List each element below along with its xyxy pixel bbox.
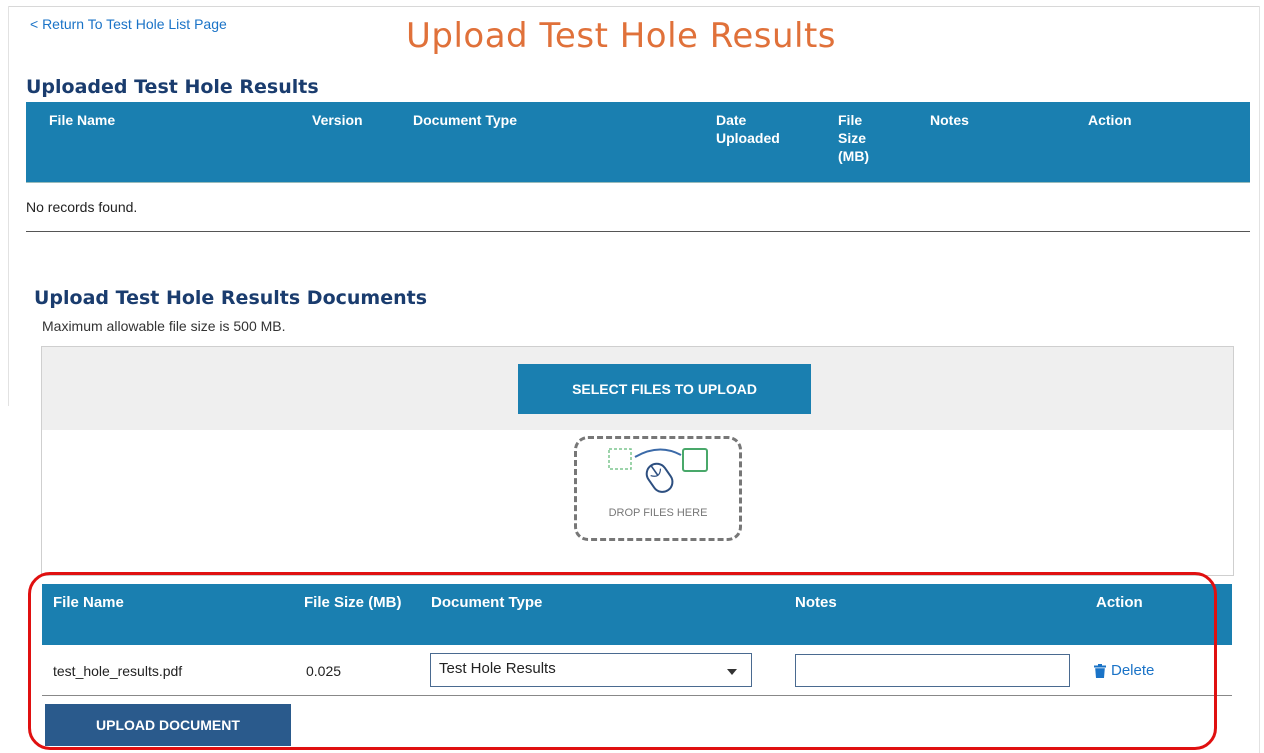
col-notes: Notes bbox=[795, 594, 837, 611]
col-file-name: File Name bbox=[53, 594, 124, 611]
upload-dropzone-panel: SELECT FILES TO UPLOAD DROP FILES HERE bbox=[41, 346, 1234, 576]
col-document-type: Document Type bbox=[431, 594, 543, 611]
col-action: Action bbox=[1096, 594, 1143, 611]
col-document-type: Document Type bbox=[413, 112, 517, 128]
no-records-message: No records found. bbox=[26, 199, 138, 215]
col-file-size: File Size (MB) bbox=[304, 594, 402, 611]
document-type-select[interactable]: Test Hole Results bbox=[430, 653, 752, 687]
upload-toolbar: SELECT FILES TO UPLOAD bbox=[42, 347, 1233, 430]
delete-label: Delete bbox=[1111, 662, 1155, 679]
mouse-drag-icon bbox=[608, 448, 708, 493]
pending-uploads-table-header: File Name File Size (MB) Document Type N… bbox=[42, 584, 1232, 645]
notes-input[interactable] bbox=[795, 654, 1070, 687]
frame-border-top bbox=[8, 6, 1260, 7]
frame-border-right bbox=[1259, 6, 1260, 753]
delete-button[interactable]: Delete bbox=[1094, 662, 1154, 679]
uploaded-results-table-header: File Name Version Document Type Date Upl… bbox=[26, 102, 1250, 182]
col-date-uploaded: Date Uploaded bbox=[716, 112, 780, 146]
page-title: Upload Test Hole Results bbox=[406, 16, 837, 56]
chevron-down-icon bbox=[727, 669, 737, 675]
upload-documents-heading: Upload Test Hole Results Documents bbox=[34, 287, 428, 309]
document-type-value: Test Hole Results bbox=[439, 660, 556, 677]
col-file-name: File Name bbox=[49, 112, 116, 128]
drop-files-label: DROP FILES HERE bbox=[608, 507, 708, 519]
frame-border-left bbox=[8, 6, 9, 406]
drop-files-area[interactable]: DROP FILES HERE bbox=[574, 436, 742, 541]
return-to-list-link[interactable]: < Return To Test Hole List Page bbox=[30, 16, 227, 32]
col-action: Action bbox=[1088, 112, 1132, 128]
col-notes: Notes bbox=[930, 112, 969, 128]
max-file-size-note: Maximum allowable file size is 500 MB. bbox=[42, 318, 286, 334]
row-file-name: test_hole_results.pdf bbox=[53, 663, 183, 679]
col-file-size: File Size (MB) bbox=[838, 112, 870, 164]
select-files-button[interactable]: SELECT FILES TO UPLOAD bbox=[518, 364, 811, 414]
trash-icon bbox=[1094, 663, 1106, 678]
uploaded-results-table-body: No records found. bbox=[26, 182, 1250, 232]
uploaded-results-heading: Uploaded Test Hole Results bbox=[26, 76, 319, 98]
table-row: test_hole_results.pdf 0.025 Test Hole Re… bbox=[42, 645, 1232, 696]
col-version: Version bbox=[312, 112, 363, 128]
row-file-size: 0.025 bbox=[306, 663, 342, 679]
upload-document-button[interactable]: UPLOAD DOCUMENT bbox=[45, 704, 291, 746]
